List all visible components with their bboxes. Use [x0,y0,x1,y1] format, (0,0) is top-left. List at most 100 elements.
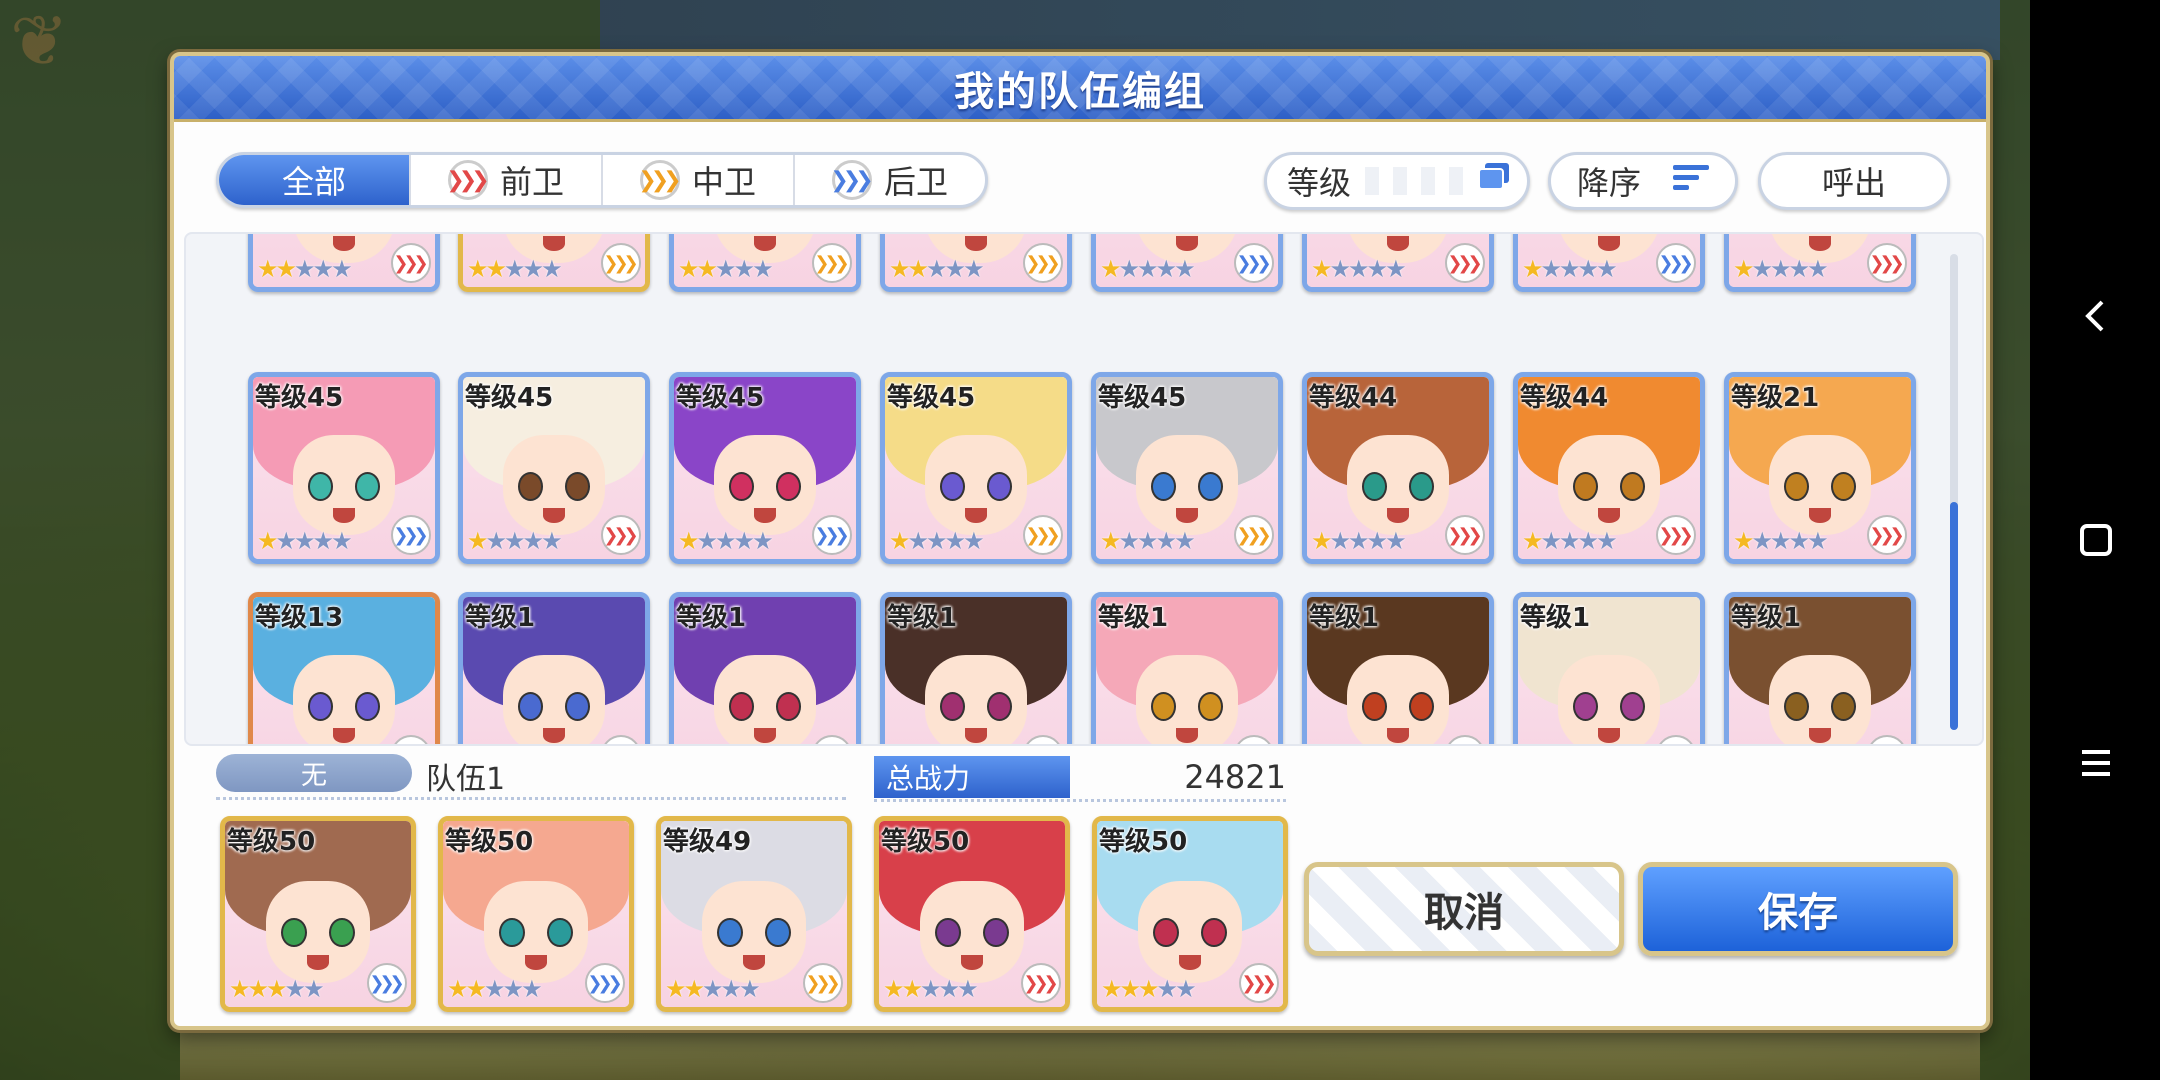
team-member-card[interactable]: 等级50 ★★★★★ ❯❯❯ [874,816,1070,1012]
character-card[interactable]: 等级45 ★★★★★ ❯❯❯ [669,372,861,564]
menu-nav-icon[interactable] [2068,735,2124,791]
save-button[interactable]: 保存 [1638,862,1958,956]
star-icon: ★ [504,527,525,555]
star-icon: ★ [1175,975,1196,1003]
character-card[interactable]: 等级45 ★★★★★ ❯❯❯ [458,372,650,564]
character-card[interactable]: 等级1★★★★★❯❯❯ [1513,592,1705,744]
character-card[interactable]: 等级1★★★★★❯❯❯ [1302,592,1494,744]
star-icon: ★ [678,527,699,555]
portrait-mouth [754,728,776,743]
star-icon: ★ [926,255,947,283]
star-icon: ★ [1311,255,1332,283]
tab-label: 中卫 [691,163,756,201]
front-position-icon: ❯❯❯ [1445,243,1485,283]
portrait-eye [307,471,334,501]
team-tag[interactable]: 无 [216,754,412,792]
sort-level-button[interactable]: 等级 [1264,152,1530,210]
character-level: 等级45 [465,383,554,413]
character-card[interactable]: ★★★★★ ❯❯❯ [1091,234,1283,292]
call-out-button[interactable]: 呼出 [1758,152,1950,210]
character-card[interactable]: 等级1★★★★★❯❯❯ [1724,592,1916,744]
star-icon: ★ [733,255,755,283]
character-card[interactable]: 等级44 ★★★★★ ❯❯❯ [1513,372,1705,564]
star-icon: ★ [665,975,686,1003]
tab-label: 后卫 [883,163,948,201]
character-card[interactable]: ★★★★★ ❯❯❯ [669,234,861,292]
character-card[interactable]: ★★★★★ ❯❯❯ [248,234,440,292]
character-card[interactable]: ★★★★★ ❯❯❯ [1724,234,1916,292]
team-member-card[interactable]: 等级50 ★★★★★ ❯❯❯ [220,816,416,1012]
character-card[interactable]: 等级1★★★★★❯❯❯ [458,592,650,744]
front-position-icon: ❯❯❯ [1867,515,1907,555]
team-name[interactable]: 队伍1 [426,754,505,798]
character-card[interactable]: ★★★★★ ❯❯❯ [1302,234,1494,292]
star-icon: ★ [1118,255,1140,283]
portrait-mouth [960,954,984,970]
team-member-card[interactable]: 等级50 ★★★★★ ❯❯❯ [1092,816,1288,1012]
back-position-icon: ❯❯❯ [1656,243,1696,283]
character-card[interactable]: 等级1★★★★★❯❯❯ [880,592,1072,744]
star-icon: ★ [1329,255,1351,283]
portrait-eye [564,691,591,721]
character-card[interactable]: ★★★★★ ❯❯❯ [458,234,650,292]
star-icon: ★ [907,255,929,283]
character-card[interactable]: 等级1★★★★★❯❯❯ [669,592,861,744]
star-icon: ★ [1100,527,1121,555]
portrait-eye [986,691,1013,721]
character-card[interactable]: 等级44 ★★★★★ ❯❯❯ [1302,372,1494,564]
portrait-mouth [1387,508,1409,523]
star-rating: ★★★★★ [883,975,979,1003]
tab-back[interactable]: ❯❯❯ 后卫 [795,155,985,205]
character-card[interactable]: 等级45 ★★★★★ ❯❯❯ [248,372,440,564]
star-icon: ★ [1522,527,1543,555]
star-icon: ★ [938,975,960,1003]
total-power-value: 24821 [1184,758,1286,796]
star-icon: ★ [678,255,699,283]
team-member-card[interactable]: 等级50 ★★★★★ ❯❯❯ [438,816,634,1012]
portrait-eye [1152,917,1179,948]
tab-mid[interactable]: ❯❯❯ 中卫 [603,155,795,205]
star-rating: ★★★★★ [1733,527,1829,555]
portrait-mouth [754,508,776,523]
tab-all[interactable]: 全部 [219,155,411,205]
portrait-eye [1150,691,1177,721]
portrait-eye [564,471,591,501]
mid-position-icon: ❯❯❯ [601,243,641,283]
star-icon: ★ [1770,527,1791,555]
star-icon: ★ [247,975,269,1003]
portrait-eye [517,471,544,501]
character-card[interactable]: 等级45 ★★★★★ ❯❯❯ [1091,372,1283,564]
tab-front[interactable]: ❯❯❯ 前卫 [411,155,603,205]
back-position-icon: ❯❯❯ [391,515,431,555]
grid-scrollbar-thumb[interactable] [1950,502,1958,730]
star-icon: ★ [1348,255,1369,283]
sort-order-button[interactable]: 降序 [1548,152,1738,210]
character-card[interactable]: 等级13★★★★★❯❯❯ [248,592,440,744]
cancel-button[interactable]: 取消 [1304,862,1624,956]
team-member-card[interactable]: 等级49 ★★★★★ ❯❯❯ [656,816,852,1012]
home-nav-icon[interactable] [2068,512,2124,568]
mid-position-icon: ❯❯❯ [1023,515,1063,555]
character-level: 等级1 [1309,603,1380,633]
portrait-mouth [1176,728,1198,743]
character-card[interactable]: 等级21 ★★★★★ ❯❯❯ [1724,372,1916,564]
character-card[interactable]: 等级45 ★★★★★ ❯❯❯ [880,372,1072,564]
portrait-eye [939,471,966,501]
mid-position-icon: ❯❯❯ [803,963,843,1003]
character-card[interactable]: ★★★★★ ❯❯❯ [1513,234,1705,292]
star-rating: ★★★★★ [1733,255,1829,283]
character-level: 等级1 [465,603,536,633]
sort-level-decoration [1365,167,1463,195]
star-icon: ★ [963,527,984,555]
back-nav-icon[interactable] [2068,288,2124,344]
star-icon: ★ [541,255,562,283]
star-icon: ★ [1311,527,1332,555]
character-grid[interactable]: ★★★★★ ❯❯❯ ★★★★★ ❯❯❯ ★★★★★ ❯❯❯ ★★★★★ ❯❯❯ ★★★★★ ❯❯❯… [184,232,1984,746]
star-rating: ★★★★★ [1100,255,1196,283]
character-level: 等级50 [881,827,970,857]
star-icon: ★ [715,527,736,555]
character-card[interactable]: ★★★★★ ❯❯❯ [880,234,1072,292]
star-icon: ★ [889,527,910,555]
portrait-mouth [754,236,776,251]
character-card[interactable]: 等级1★★★★★❯❯❯ [1091,592,1283,744]
